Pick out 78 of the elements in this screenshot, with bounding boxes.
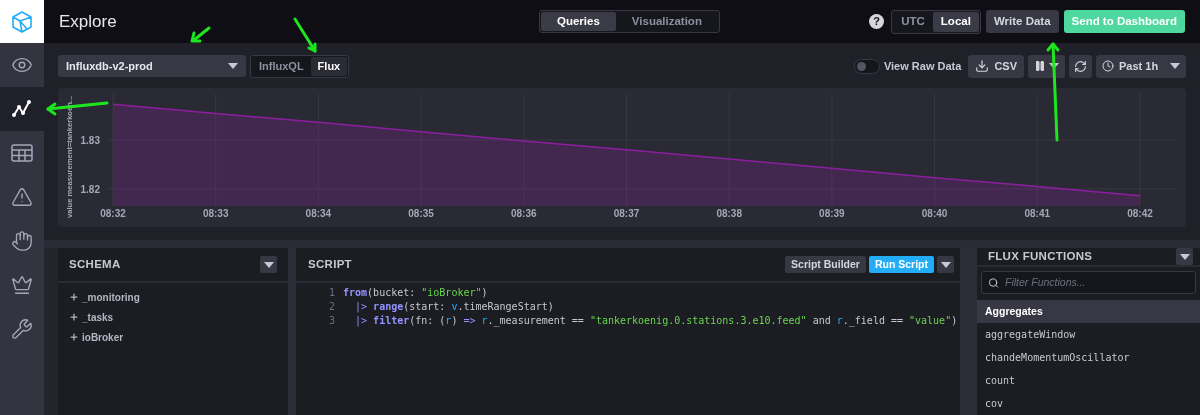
code-line: |> filter(fn: (r) => r._measurement == "tankerkoenig.0.stations.3.e10.feed" and r._field == "value") bbox=[354, 314, 958, 328]
annotation-arrow bbox=[190, 26, 211, 43]
panel-menu-button[interactable] bbox=[1176, 248, 1193, 266]
y-tick-label: 1.82 bbox=[80, 183, 100, 195]
y-tick-label: 1.83 bbox=[80, 134, 100, 146]
code-line: |> range(start: v.timeRangeStart) bbox=[354, 300, 555, 314]
annotation-arrow bbox=[293, 17, 317, 53]
expand-icon bbox=[69, 332, 79, 342]
x-tick-label: 08:32 bbox=[100, 208, 126, 219]
language-option[interactable]: Flux bbox=[310, 56, 348, 76]
page-title: Explore bbox=[59, 10, 117, 33]
script-builder-button[interactable]: Script Builder bbox=[785, 256, 866, 273]
wrench-icon bbox=[11, 318, 33, 340]
table-icon bbox=[11, 144, 33, 162]
view-tab[interactable]: Queries bbox=[541, 12, 616, 31]
timezone-option[interactable]: UTC bbox=[893, 11, 933, 32]
caret-icon bbox=[263, 261, 274, 268]
function-search-input[interactable]: Filter Functions... bbox=[1005, 274, 1189, 291]
code-line: from(bucket: "ioBroker") bbox=[343, 286, 489, 300]
logo-icon bbox=[11, 10, 33, 33]
panel-title: SCRIPT bbox=[308, 256, 352, 272]
logo-tile[interactable] bbox=[0, 0, 44, 43]
line-graph-icon bbox=[11, 98, 33, 120]
x-tick-label: 08:37 bbox=[613, 208, 640, 219]
x-tick-label: 08:41 bbox=[1024, 208, 1051, 219]
view-raw-data-switch[interactable] bbox=[853, 58, 880, 74]
expand-icon bbox=[69, 292, 79, 302]
x-tick-label: 08:39 bbox=[819, 208, 845, 219]
pause-button[interactable] bbox=[1028, 54, 1065, 78]
x-tick-label: 08:42 bbox=[1127, 208, 1153, 219]
x-tick-label: 08:40 bbox=[921, 208, 948, 219]
panel-menu-button[interactable] bbox=[260, 256, 277, 273]
time-range-dropdown[interactable]: Past 1h bbox=[1096, 54, 1186, 78]
refresh-button[interactable] bbox=[1069, 54, 1092, 78]
caret-icon bbox=[940, 261, 951, 268]
panel-title: FLUX FUNCTIONS bbox=[988, 249, 1093, 264]
function-category: Aggregates bbox=[977, 300, 1200, 324]
function-item[interactable]: cov bbox=[977, 392, 1200, 415]
function-item[interactable]: aggregateWindow bbox=[977, 323, 1200, 347]
schema-bucket[interactable]: _monitoring bbox=[58, 287, 288, 307]
function-item[interactable]: chandeMomentumOscillator bbox=[977, 346, 1200, 370]
caret-icon bbox=[1179, 253, 1190, 260]
csv-button[interactable]: CSV bbox=[968, 54, 1024, 78]
function-item[interactable]: count bbox=[977, 369, 1200, 393]
x-tick-label: 08:38 bbox=[716, 208, 742, 219]
line-number: 2 bbox=[328, 300, 335, 314]
timezone-option[interactable]: Local bbox=[932, 11, 979, 32]
help-button[interactable]: ? bbox=[869, 14, 885, 29]
warning-icon bbox=[11, 186, 33, 208]
source-dropdown[interactable]: Influxdb-v2-prod bbox=[58, 55, 246, 77]
refresh-icon bbox=[1074, 59, 1087, 73]
schema-bucket[interactable]: _tasks bbox=[58, 307, 288, 327]
panel-title: SCHEMA bbox=[69, 256, 121, 272]
caret-icon bbox=[228, 63, 238, 69]
x-tick-label: 08:34 bbox=[305, 208, 332, 219]
line-number: 1 bbox=[328, 286, 335, 300]
clock-icon bbox=[1102, 60, 1114, 72]
caret-icon bbox=[1170, 63, 1180, 69]
pause-icon bbox=[1034, 60, 1046, 72]
crown-icon bbox=[11, 274, 33, 296]
write-data-button[interactable]: Write Data bbox=[985, 10, 1059, 33]
expand-icon bbox=[69, 312, 79, 322]
resize-handle[interactable] bbox=[960, 248, 977, 415]
search-icon bbox=[988, 276, 999, 289]
x-tick-label: 08:35 bbox=[408, 208, 434, 219]
resize-handle[interactable] bbox=[44, 240, 1200, 248]
script-menu-button[interactable] bbox=[937, 256, 954, 273]
function-search-field[interactable]: Filter Functions... bbox=[981, 271, 1196, 295]
x-tick-label: 08:33 bbox=[202, 208, 229, 219]
view-tab[interactable]: Visualization bbox=[615, 12, 718, 31]
x-tick-label: 08:36 bbox=[511, 208, 537, 219]
schema-bucket[interactable]: ioBroker bbox=[58, 327, 288, 347]
caret-icon bbox=[1049, 63, 1059, 69]
line-number: 3 bbox=[328, 314, 335, 328]
sidebar-item[interactable] bbox=[0, 87, 44, 131]
download-icon bbox=[975, 59, 990, 73]
hand-icon bbox=[11, 230, 33, 252]
view-raw-data-label: View Raw Data bbox=[883, 58, 962, 74]
